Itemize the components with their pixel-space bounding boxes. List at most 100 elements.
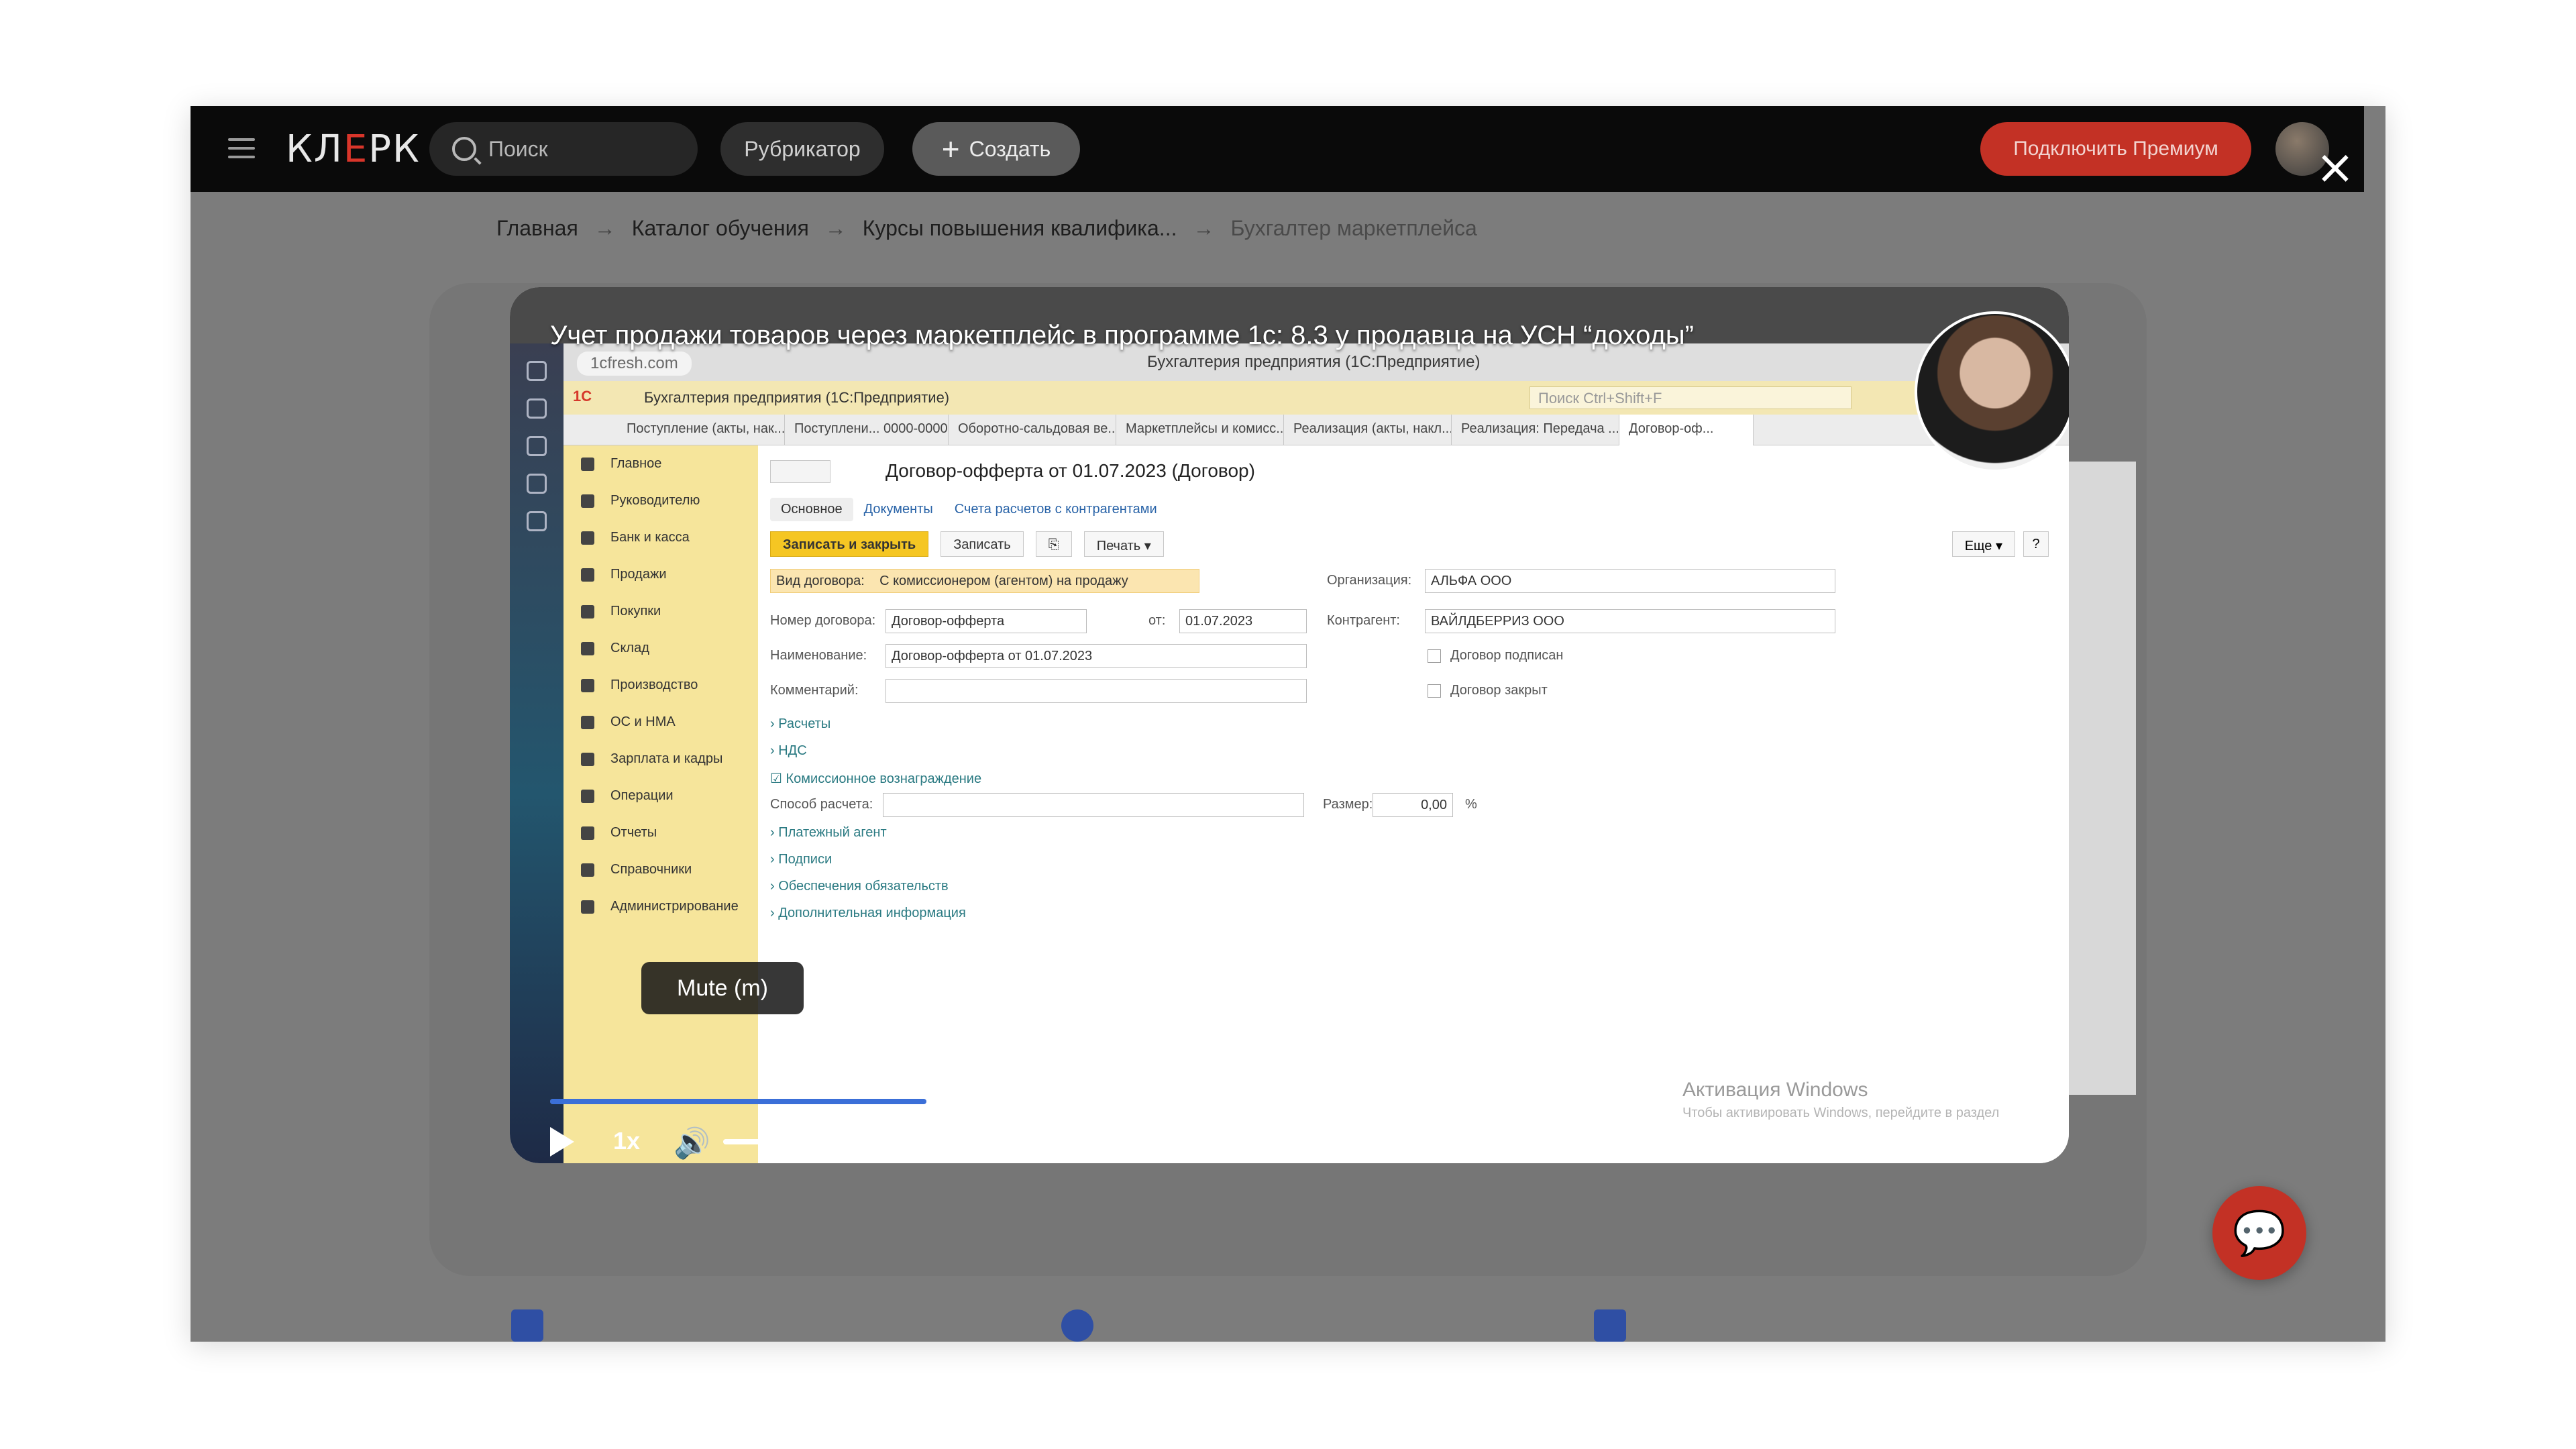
app-sidebar-item: ОС и НМА <box>564 704 758 741</box>
close-icon[interactable]: × <box>2312 144 2359 191</box>
app-sidebar-item: Главное <box>564 445 758 482</box>
app-sidebar-item: Зарплата и кадры <box>564 741 758 777</box>
doc-attach-icon: ⎘ <box>1035 531 1072 557</box>
doc-subtab: Счета расчетов с контрагентами <box>954 502 1157 517</box>
signed-checkbox <box>1428 649 1441 663</box>
signed-label: Договор подписан <box>1450 648 1564 663</box>
create-button[interactable]: + Создать <box>912 122 1080 176</box>
video-progress-fill <box>550 1099 927 1104</box>
counterparty-label: Контрагент: <box>1327 613 1400 628</box>
breadcrumb-arrow-icon: → <box>824 216 847 240</box>
app-header: 1С Бухгалтерия предприятия (1С:Предприят… <box>564 381 2069 415</box>
site-logo[interactable]: КЛЕРК <box>286 127 421 171</box>
stopwatch-icon <box>1061 1309 1093 1342</box>
doc-subtabs: Основное Документы Счета расчетов с конт… <box>770 498 1168 521</box>
breadcrumb-current: Бухгалтер маркетплейса <box>1230 216 1477 240</box>
calendar-icon <box>511 1309 543 1342</box>
video-controls: 1x 🔊 3:40 / 14:36 ⚙ ▭ ⛶ <box>510 1123 2069 1163</box>
breadcrumb-arrow-icon: → <box>594 216 616 240</box>
playback-speed-button[interactable]: 1x <box>613 1127 640 1155</box>
fullscreen-icon[interactable]: ⛶ <box>2007 1126 2041 1159</box>
section-commission: ☑ Комиссионное вознаграждение <box>770 771 982 786</box>
breadcrumb: Главная → Каталог обучения → Курсы повыш… <box>496 216 1493 241</box>
number-label: Номер договора: <box>770 613 876 628</box>
search-input[interactable]: Поиск <box>429 122 698 176</box>
app-document-form: Договор-офферта от 01.07.2023 (Договор) … <box>758 445 2069 1163</box>
app-tab: Оборотно-сальдовая ве... <box>949 415 1116 445</box>
menu-icon[interactable] <box>228 138 255 158</box>
section-signatures: › Подписи <box>770 852 833 867</box>
closed-checkbox <box>1428 684 1441 698</box>
app-sidebar-item: Операции <box>564 777 758 814</box>
section-obligations: › Обеспечения обязательств <box>770 879 949 894</box>
percent-label: % <box>1465 797 1477 812</box>
breadcrumb-catalog[interactable]: Каталог обучения <box>632 216 809 241</box>
comment-label: Комментарий: <box>770 683 859 698</box>
section-vat: › НДС <box>770 743 807 758</box>
volume-icon[interactable]: 🔊 <box>674 1126 710 1161</box>
window-title: Бухгалтерия предприятия (1С:Предприятие) <box>1147 353 1481 371</box>
app-sidebar-item: Отчеты <box>564 814 758 851</box>
app-sidebar-item: Покупки <box>564 593 758 630</box>
doc-save-close-button: Записать и закрыть <box>770 531 929 557</box>
doc-toolbar: Записать и закрыть Записать ⎘ Печать ▾ <box>770 531 1176 557</box>
chat-button[interactable]: 💬 <box>2212 1186 2306 1280</box>
volume-level <box>723 1139 799 1144</box>
org-label: Организация: <box>1327 573 1412 588</box>
date-from-label: от: <box>1148 613 1166 628</box>
closed-label: Договор закрыт <box>1450 683 1548 698</box>
app-sidebar-item: Администрирование <box>564 888 758 925</box>
app-search: Поиск Ctrl+Shift+F <box>1529 386 1851 409</box>
volume-slider[interactable] <box>723 1139 821 1144</box>
video-time: 3:40 / 14:36 <box>847 1128 961 1152</box>
url-text: 1cfresh.com <box>577 352 692 376</box>
doc-title: Договор-офферта от 01.07.2023 (Договор) <box>885 460 1255 481</box>
video-player[interactable]: 1cfresh.com Бухгалтерия предприятия (1С:… <box>510 287 2069 1163</box>
app-sidebar-item: Склад <box>564 630 758 667</box>
app-tab: Договор-оф... <box>1619 415 1754 445</box>
section-additional: › Дополнительная информация <box>770 906 966 920</box>
app-tab: Маркетплейсы и комисс... <box>1116 415 1284 445</box>
picture-in-picture-icon[interactable]: ▭ <box>1945 1126 1979 1159</box>
breadcrumb-home[interactable]: Главная <box>496 216 578 241</box>
browser-side-rail <box>510 343 564 1163</box>
app-sidebar-item: Банк и касса <box>564 519 758 556</box>
doc-help-button: ? <box>2023 531 2049 557</box>
document-icon <box>1594 1309 1626 1342</box>
mute-tooltip: Mute (m) <box>641 962 804 1014</box>
number-field: Договор-офферта <box>885 609 1087 633</box>
search-icon <box>452 137 476 161</box>
doc-save-button: Записать <box>941 531 1024 557</box>
video-progress-bar[interactable] <box>550 1099 2045 1104</box>
app-tabs: Поступление (акты, нак... Поступлени... … <box>564 415 2069 445</box>
payment-method-label: Способ расчета: <box>770 797 873 812</box>
search-placeholder: Поиск <box>488 136 548 161</box>
org-field: АЛЬФА ООО <box>1425 569 1835 593</box>
app-sidebar-item: Продажи <box>564 556 758 593</box>
video-title: Учет продажи товаров через маркетплейс в… <box>550 321 1694 350</box>
section-payments: › Расчеты <box>770 716 831 731</box>
app-sidebar-item: Руководителю <box>564 482 758 519</box>
document-preview-strip <box>2062 462 2136 1095</box>
doc-subtab: Основное <box>770 498 853 521</box>
play-icon[interactable] <box>550 1127 574 1157</box>
app-tab: Поступление (акты, нак... <box>617 415 785 445</box>
size-field: 0,00 <box>1373 793 1453 817</box>
counterparty-field: ВАЙЛДБЕРРИЗ ООО <box>1425 609 1835 633</box>
breadcrumb-arrow-icon: → <box>1193 216 1215 240</box>
app-tab: Поступлени... 0000-00001С <box>785 415 949 445</box>
comment-field <box>885 679 1307 703</box>
contract-type-row: Вид договора: С комиссионером (агентом) … <box>770 569 1199 593</box>
plus-icon: + <box>941 131 960 166</box>
section-payment-agent: › Платежный агент <box>770 825 887 840</box>
payment-method-field <box>883 793 1304 817</box>
app-sidebar-item: Производство <box>564 667 758 704</box>
rubricator-button[interactable]: Рубрикатор <box>720 122 884 176</box>
top-nav-bar: КЛЕРК Поиск Рубрикатор +Создать ⠿ ✉ 🔔 По… <box>191 106 2364 192</box>
name-label: Наименование: <box>770 648 867 663</box>
app-title: Бухгалтерия предприятия (1С:Предприятие) <box>644 389 950 406</box>
premium-button[interactable]: Подключить Премиум <box>1980 122 2251 176</box>
doc-nav-arrows <box>770 460 830 483</box>
hd-quality-icon[interactable]: ⚙ <box>1884 1126 1917 1159</box>
breadcrumb-courses[interactable]: Курсы повышения квалифика... <box>863 216 1177 241</box>
